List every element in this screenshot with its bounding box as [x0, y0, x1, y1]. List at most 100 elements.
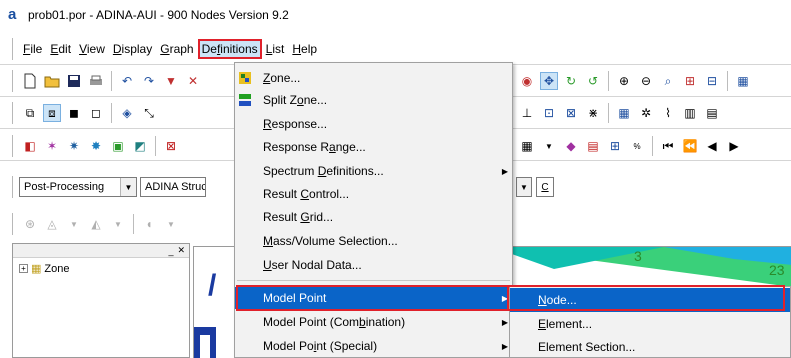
submenu-item-element-section[interactable]: Element Section...	[510, 335, 790, 358]
menu-definitions[interactable]: Definitions	[197, 39, 262, 59]
grid-icon[interactable]: ▦	[615, 104, 633, 122]
expand-icon[interactable]: +	[19, 264, 28, 273]
program-select[interactable]: ADINA Structu	[140, 177, 206, 197]
zoom-window-icon[interactable]: ⌕	[659, 72, 677, 90]
menu-help[interactable]: Help	[288, 39, 321, 59]
first-frame-icon[interactable]: ⏮	[659, 137, 677, 155]
menu-display[interactable]: Display	[109, 39, 156, 59]
rotate-axis-icon[interactable]: ↺	[584, 72, 602, 90]
new-file-icon[interactable]	[21, 72, 39, 90]
submenu-item-element[interactable]: Element...	[510, 312, 790, 336]
vector-plot-icon[interactable]: ✶	[43, 137, 61, 155]
zoom-out-icon[interactable]: ⊖	[637, 72, 655, 90]
menu-item-response-range[interactable]: Response Range...	[235, 136, 512, 158]
pan-icon[interactable]: ✥	[540, 72, 558, 90]
pick-element-icon[interactable]: ◭	[87, 215, 105, 233]
step-back-icon[interactable]: ◀	[703, 137, 721, 155]
menu-graph[interactable]: Graph	[156, 39, 197, 59]
pick-node-icon[interactable]: ◬	[43, 215, 61, 233]
chevron-down-icon[interactable]: ▼	[120, 178, 136, 196]
dropdown-arrow-icon[interactable]: ▼	[162, 215, 180, 233]
save-icon[interactable]	[65, 72, 83, 90]
stress-icon[interactable]: ✸	[87, 137, 105, 155]
element-icon[interactable]: ▥	[681, 104, 699, 122]
load-icon[interactable]: ⊠	[562, 104, 580, 122]
previous-frame-icon[interactable]: ⏪	[681, 137, 699, 155]
menu-item-zone[interactable]: Zone...	[235, 67, 512, 89]
contour-icon[interactable]: ▣	[109, 137, 127, 155]
window-title: prob01.por - ADINA-AUI - 900 Nodes Versi…	[28, 8, 289, 22]
menu-edit[interactable]: Edit	[46, 39, 75, 59]
mesh-icon[interactable]: ▦	[734, 72, 752, 90]
pick-mode-icon[interactable]: ⊛	[21, 215, 39, 233]
color-icon[interactable]: ◈	[118, 104, 136, 122]
submenu-item-node[interactable]: Node...	[510, 288, 790, 312]
mode-select[interactable]: Post-Processing ▼	[19, 177, 137, 197]
menu-item-result-grid[interactable]: Result Grid...	[235, 206, 512, 228]
menu-item-response[interactable]: Response...	[235, 113, 512, 135]
menu-file[interactable]: File	[19, 39, 46, 59]
toolbar-grip[interactable]	[12, 213, 15, 235]
toolbar-grip[interactable]	[12, 102, 15, 124]
chevron-down-icon[interactable]: ▼	[517, 178, 531, 196]
grid-result-icon[interactable]: ⊞	[606, 137, 624, 155]
dropdown-arrow-icon[interactable]: ▼	[540, 137, 558, 155]
table-result-icon[interactable]: ▤	[584, 137, 602, 155]
toolbar-grip[interactable]	[12, 70, 15, 92]
svg-text:/: /	[208, 269, 217, 302]
element-group-icon[interactable]: ▤	[703, 104, 721, 122]
toolbar-grip[interactable]	[12, 135, 15, 157]
star-icon[interactable]: ✲	[637, 104, 655, 122]
dropdown-arrow-icon[interactable]: ▼	[65, 215, 83, 233]
frame-icon[interactable]: ⊟	[703, 72, 721, 90]
toolbar-divider	[727, 71, 728, 91]
funnel-icon[interactable]: ▼	[162, 72, 180, 90]
zoom-in-icon[interactable]: ⊕	[615, 72, 633, 90]
play-icon[interactable]: ▶	[725, 137, 743, 155]
reaction-icon[interactable]: ✷	[65, 137, 83, 155]
title-bar: a prob01.por - ADINA-AUI - 900 Nodes Ver…	[0, 0, 791, 30]
menu-item-model-point-special[interactable]: Model Point (Special) ▶	[235, 335, 512, 357]
menu-item-mass-volume-selection[interactable]: Mass/Volume Selection...	[235, 230, 512, 252]
axis-icon[interactable]: ⤡	[140, 104, 158, 122]
fit-icon[interactable]: ⊞	[681, 72, 699, 90]
print-icon[interactable]	[87, 72, 105, 90]
tree-item-zone[interactable]: + ▦ Zone	[13, 258, 189, 279]
rotate-icon[interactable]: ↻	[562, 72, 580, 90]
menu-item-spectrum-definitions[interactable]: Spectrum Definitions... ▶	[235, 160, 512, 182]
c-button[interactable]: C	[536, 177, 554, 197]
constraint-icon[interactable]: ⋇	[584, 104, 602, 122]
menu-item-result-control[interactable]: Result Control...	[235, 183, 512, 205]
outline-icon[interactable]: ◻	[87, 104, 105, 122]
menu-list[interactable]: List	[262, 39, 289, 59]
percent-icon[interactable]: %	[628, 137, 646, 155]
cursor-icon[interactable]: ◖	[140, 215, 158, 233]
toolbar-grip[interactable]	[12, 176, 15, 198]
wireframe-icon[interactable]: ⧉	[21, 104, 39, 122]
clear-icon[interactable]: ✕	[184, 72, 202, 90]
program-dropdown[interactable]: ▼	[516, 177, 532, 197]
menu-view[interactable]: View	[75, 39, 109, 59]
boundary-icon[interactable]: ⊡	[540, 104, 558, 122]
menu-item-user-nodal-data[interactable]: User Nodal Data...	[235, 254, 512, 276]
redo-icon[interactable]: ↷	[140, 72, 158, 90]
close-icon[interactable]: ✕	[177, 245, 185, 256]
band-plot-icon[interactable]: ◧	[21, 137, 39, 155]
node-icon[interactable]: ⊥	[518, 104, 536, 122]
open-folder-icon[interactable]	[43, 72, 61, 90]
menu-item-split-zone[interactable]: Split Zone...	[235, 89, 512, 111]
menubar-grip[interactable]	[12, 38, 15, 60]
shaded-icon[interactable]: ◼	[65, 104, 83, 122]
dropdown-arrow-icon[interactable]: ▼	[109, 215, 127, 233]
minimize-icon[interactable]: _	[168, 246, 173, 256]
hidden-line-icon[interactable]: ⧈	[43, 104, 61, 122]
spring-icon[interactable]: ⌇	[659, 104, 677, 122]
table-icon[interactable]: ▦	[518, 137, 536, 155]
pick-icon[interactable]: ◉	[518, 72, 536, 90]
legend-icon[interactable]: ◆	[562, 137, 580, 155]
menu-item-model-point[interactable]: Model Point ▶	[235, 287, 512, 309]
undo-icon[interactable]: ↶	[118, 72, 136, 90]
clear-plot-icon[interactable]: ⊠	[162, 137, 180, 155]
menu-item-model-point-combination[interactable]: Model Point (Combination) ▶	[235, 311, 512, 333]
eigen-icon[interactable]: ◩	[131, 137, 149, 155]
